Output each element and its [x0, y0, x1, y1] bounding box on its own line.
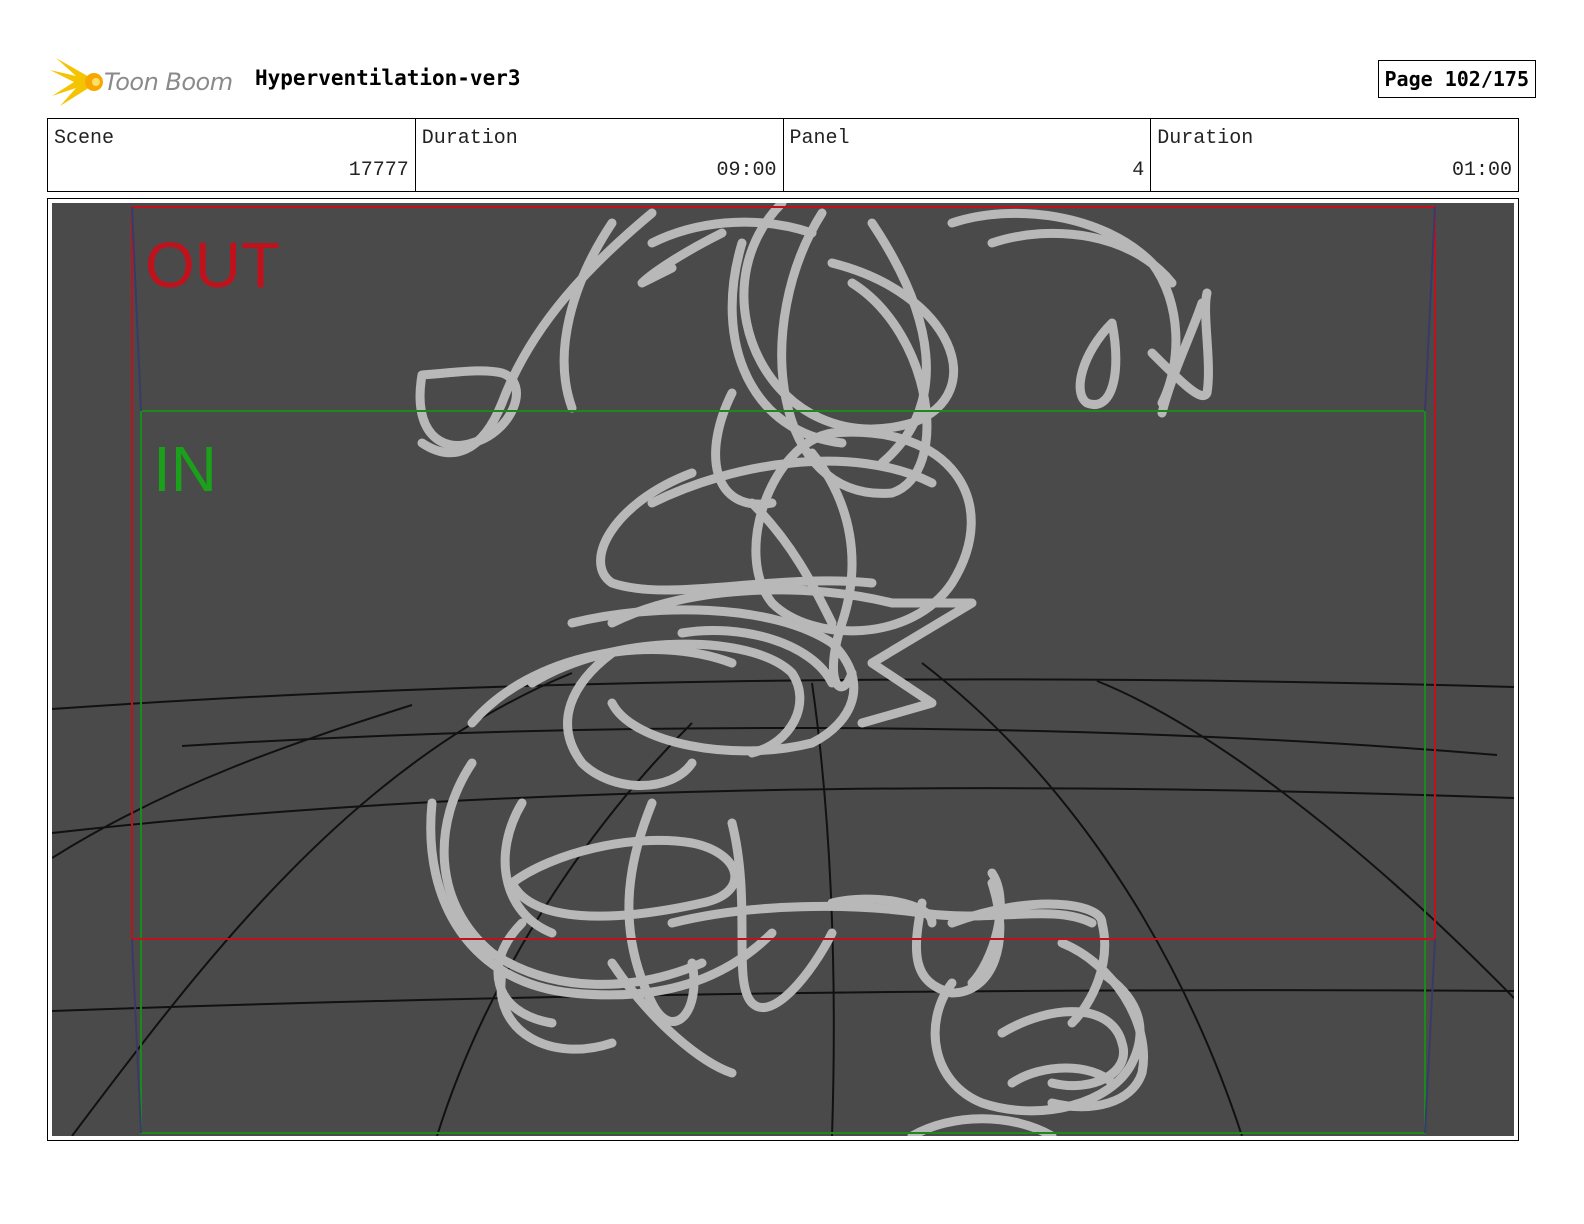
logo-text: Toon Boom: [104, 68, 233, 96]
scene-duration-label: Duration: [421, 127, 518, 150]
panel-duration-label: Duration: [1157, 127, 1254, 150]
panel-duration-cell: Duration 01:00: [1151, 119, 1518, 191]
scene-info-table: Scene 17777 Duration 09:00 Panel 4 Durat…: [47, 118, 1519, 192]
scene-duration-cell: Duration 09:00: [416, 119, 784, 191]
page-indicator: Page 102/175: [1377, 60, 1536, 98]
panel-drawing: [52, 203, 1514, 1136]
in-frame-label: IN: [153, 433, 217, 505]
scene-cell: Scene 17777: [48, 119, 416, 191]
page-header: Toon Boom Hyperventilation-ver3 Page 102…: [50, 52, 1536, 108]
storyboard-panel-frame: OUT IN: [47, 198, 1519, 1141]
scene-value: 17777: [348, 159, 409, 182]
panel-duration-value: 01:00: [1451, 159, 1512, 182]
out-frame-label: OUT: [145, 229, 281, 301]
panel-label: Panel: [789, 127, 850, 150]
toon-boom-logo: Toon Boom: [50, 56, 240, 108]
scene-duration-value: 09:00: [716, 159, 777, 182]
character-sketch: [415, 203, 1213, 1136]
panel-cell: Panel 4: [784, 119, 1152, 191]
storyboard-panel-image: OUT IN: [52, 203, 1514, 1136]
scene-label: Scene: [54, 127, 115, 150]
project-title: Hyperventilation-ver3: [255, 66, 521, 90]
starburst-icon: [50, 58, 103, 106]
in-frame: [140, 410, 1426, 1134]
panel-value: 4: [1132, 159, 1145, 182]
